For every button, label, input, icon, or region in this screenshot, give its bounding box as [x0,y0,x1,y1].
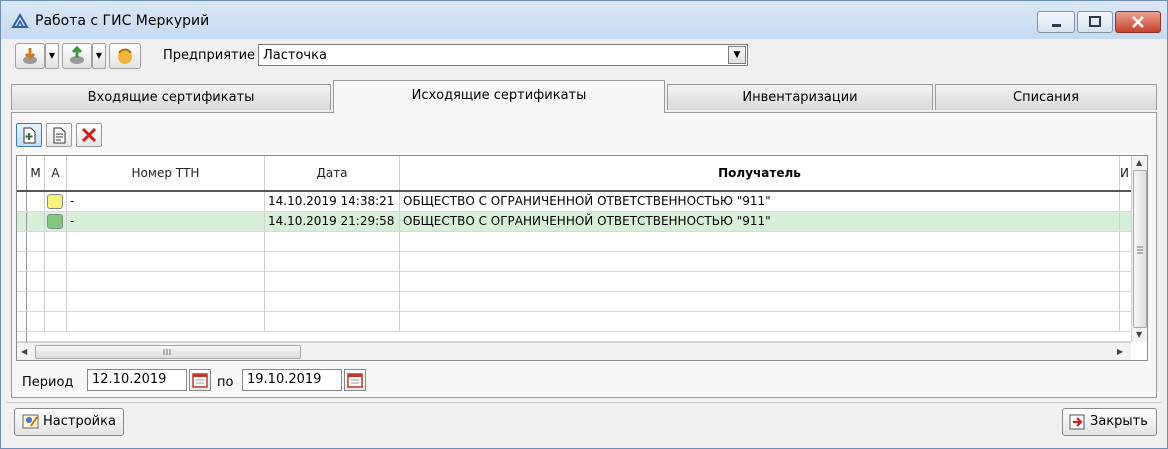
minimize-button[interactable] [1037,11,1075,33]
maximize-button[interactable] [1077,11,1113,33]
delete-button[interactable] [76,123,102,147]
cell-ttn: - [67,192,265,211]
vertical-scrollbar[interactable]: ▲ ▼ [1131,156,1147,342]
upload-dropdown[interactable]: ▼ [92,43,106,69]
enterprise-select[interactable]: Ласточка ▼ [258,44,748,66]
grid-header: М А Номер ТТН Дата Получатель И [17,156,1131,192]
vertical-scroll-thumb[interactable] [1133,170,1147,328]
cell-m [27,212,45,231]
scroll-right-icon[interactable]: ▶ [1117,347,1123,356]
empty-row [17,332,1131,342]
add-button[interactable] [16,123,42,147]
tab-panel: М А Номер ТТН Дата Получатель И - 14.10.… [11,112,1157,398]
column-header-a[interactable]: А [45,156,67,190]
column-header-ttn[interactable]: Номер ТТН [67,156,265,190]
cell-date: 14.10.2019 14:38:21 [265,192,400,211]
empty-row [17,252,1131,272]
settings-icon [22,414,39,429]
table-row[interactable]: - 14.10.2019 21:29:58 ОБЩЕСТВО С ОГРАНИЧ… [17,212,1131,232]
cell-m [27,192,45,211]
minimize-icon [1052,24,1061,27]
period-to-input[interactable]: 19.10.2019 [242,369,342,391]
scroll-left-icon[interactable]: ◀ [21,347,27,356]
horizontal-scroll-thumb[interactable] [35,345,301,359]
column-header-m[interactable]: М [27,156,45,190]
sync-icon [118,48,132,64]
main-window: Работа с ГИС Меркурий ▼ ▼ Предприятие Ла… [0,0,1168,449]
delete-x-icon [81,127,97,143]
tab-incoming-certificates[interactable]: Входящие сертификаты [11,84,331,110]
edit-button[interactable] [46,123,72,147]
calendar-icon [347,373,363,388]
chevron-down-icon: ▼ [48,51,56,60]
column-header-date[interactable]: Дата [265,156,400,190]
download-dropdown[interactable]: ▼ [45,43,59,69]
empty-row [17,272,1131,292]
status-indicator [47,194,63,209]
empty-row [17,292,1131,312]
cell-ttn: - [67,212,265,231]
tab-inventories[interactable]: Инвентаризации [667,84,933,110]
chevron-down-icon: ▼ [95,51,103,60]
tab-outgoing-certificates[interactable]: Исходящие сертификаты [333,80,665,113]
status-indicator [47,214,63,229]
title-bar[interactable]: Работа с ГИС Меркурий [1,1,1167,39]
row-indicator [17,192,27,211]
row-indicator [17,212,27,231]
grip-icon [1137,246,1143,254]
scroll-up-icon[interactable]: ▲ [1136,158,1142,167]
period-to-label: по [217,375,234,390]
empty-row [17,312,1131,332]
settings-button-label: Настройка [43,414,116,429]
exit-icon [1069,414,1085,430]
close-window-button[interactable] [1115,11,1161,33]
scroll-down-icon[interactable]: ▼ [1136,330,1142,339]
footer-separator [7,402,1161,403]
close-button[interactable]: Закрыть [1062,408,1157,436]
tab-write-offs[interactable]: Списания [935,84,1157,110]
content-area: ▼ ▼ Предприятие Ласточка ▼ Входящие серт… [7,39,1161,442]
grip-icon [163,349,171,355]
horizontal-scrollbar[interactable]: ◀ ▶ [17,342,1131,360]
calendar-icon [192,373,208,388]
close-button-label: Закрыть [1090,414,1148,429]
maximize-icon [1089,16,1101,27]
app-logo-icon [11,13,29,28]
column-header-recipient[interactable]: Получатель [400,156,1120,190]
sync-button[interactable] [109,43,141,69]
close-icon [1132,16,1144,28]
edit-document-icon [53,127,66,144]
enterprise-value: Ласточка [263,48,327,63]
upload-button[interactable] [62,43,92,69]
download-arrow-icon [23,48,37,64]
cell-recipient: ОБЩЕСТВО С ОГРАНИЧЕННОЙ ОТВЕТСТВЕННОСТЬЮ… [400,192,1120,211]
table-row[interactable]: - 14.10.2019 14:38:21 ОБЩЕСТВО С ОГРАНИЧ… [17,192,1131,212]
cell-recipient: ОБЩЕСТВО С ОГРАНИЧЕННОЙ ОТВЕТСТВЕННОСТЬЮ… [400,212,1120,231]
chevron-down-icon: ▼ [733,50,741,60]
download-button[interactable] [15,43,45,69]
upload-arrow-icon [70,45,84,64]
grid-rows: - 14.10.2019 14:38:21 ОБЩЕСТВО С ОГРАНИЧ… [17,192,1131,342]
row-indicator-header [17,156,27,190]
settings-button[interactable]: Настройка [14,408,124,436]
period-label: Период [22,375,74,390]
enterprise-label: Предприятие [163,48,256,63]
column-header-extra[interactable]: И [1120,156,1131,190]
empty-row [17,232,1131,252]
cell-date: 14.10.2019 21:29:58 [265,212,400,231]
enterprise-dropdown-button[interactable]: ▼ [728,46,746,64]
certificates-grid[interactable]: М А Номер ТТН Дата Получатель И - 14.10.… [16,155,1148,361]
new-document-icon [23,127,36,144]
period-from-input[interactable]: 12.10.2019 [87,369,187,391]
window-title: Работа с ГИС Меркурий [35,13,210,29]
period-to-calendar-button[interactable] [344,369,366,391]
period-from-calendar-button[interactable] [189,369,211,391]
